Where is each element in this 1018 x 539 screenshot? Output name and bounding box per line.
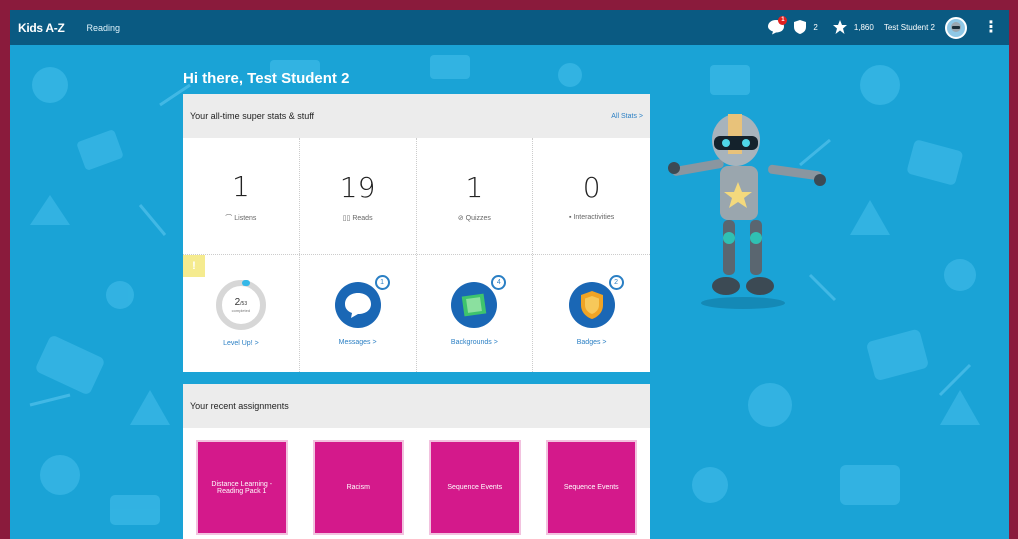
badges-cell[interactable]: 2 Badges > (533, 255, 650, 372)
stats-panel-header: Your all-time super stats & stuff All St… (183, 94, 650, 138)
shield-icon (793, 19, 807, 37)
stat-grid: 1 ⌒ Listens 19 ▯▯ Reads 1 ⊘ Quizzes 0 ▪ … (183, 138, 650, 255)
nav-link-reading[interactable]: Reading (87, 23, 121, 33)
robot-character-icon (668, 114, 826, 309)
avatar[interactable] (945, 16, 967, 39)
student-name-label[interactable]: Test Student 2 (884, 23, 935, 32)
level-progress-value: 2/53 (234, 297, 248, 308)
all-stats-link[interactable]: All Stats > (611, 113, 643, 120)
feature-grid: ! 2/53 completed Level Up! > 1 Messages … (183, 255, 650, 372)
badges-link[interactable]: Badges > (577, 339, 607, 346)
assignments-panel: Your recent assignments Distance Learnin… (183, 384, 650, 539)
stars-count: 1,860 (853, 23, 874, 32)
assignment-card[interactable]: Distance Learning - Reading Pack 1 (196, 440, 288, 535)
messages-count-badge: 1 (374, 275, 390, 290)
badges-icon-wrap: 2 (568, 275, 624, 329)
messages-button[interactable]: 1 (767, 15, 788, 37)
stat-label: ▪ Interactivities (568, 214, 615, 221)
level-up-link[interactable]: Level Up! > (223, 340, 259, 347)
stat-label: ▯▯ Reads (342, 214, 373, 222)
stats-panel-title: Your all-time super stats & stuff (190, 111, 315, 121)
brand-logo[interactable]: Kids A-Z (18, 21, 65, 35)
assignments-title: Your recent assignments (190, 401, 289, 411)
assignment-card[interactable]: Racism (312, 440, 404, 535)
level-progress-fill (241, 280, 250, 286)
stat-value: 0 (582, 171, 601, 204)
assignment-card[interactable]: Sequence Events (429, 440, 521, 535)
window-frame-top (0, 0, 1018, 10)
assignments-row: Distance Learning - Reading Pack 1 Racis… (183, 428, 650, 539)
assignments-header: Your recent assignments (183, 384, 650, 428)
messages-link[interactable]: Messages > (339, 339, 377, 346)
backgrounds-icon (451, 282, 498, 328)
message-icon (334, 282, 381, 328)
level-progress-ring: 2/53 completed (215, 280, 266, 330)
badges-count-badge: 2 (608, 275, 624, 290)
stat-value: 1 (231, 169, 250, 203)
stat-value: 19 (339, 170, 376, 204)
star-icon (832, 19, 848, 37)
top-nav-bar: Kids A-Z Reading 1 2 1,860 Test Student … (10, 10, 1009, 45)
window-frame-left (0, 0, 10, 539)
stats-panel: Your all-time super stats & stuff All St… (183, 94, 650, 372)
messages-icon-wrap: 1 (334, 275, 390, 329)
quiz-icon: ⊘ (457, 214, 466, 222)
shield-count: 2 (813, 23, 818, 32)
level-up-cell[interactable]: 2/53 completed Level Up! > (183, 255, 300, 372)
robot-avatar-character[interactable] (668, 108, 828, 313)
message-count-badge: 1 (778, 15, 788, 25)
more-menu-icon[interactable]: ⋮ (983, 19, 999, 36)
backgrounds-icon-wrap: 4 (450, 275, 507, 329)
backgrounds-count-badge: 4 (491, 275, 507, 290)
stat-interactivities[interactable]: 0 ▪ Interactivities (533, 138, 650, 254)
assignment-card[interactable]: Sequence Events (545, 440, 637, 535)
stat-listens[interactable]: 1 ⌒ Listens (183, 138, 300, 254)
stat-label: ⊘ Quizzes (457, 214, 491, 222)
level-progress-sub: completed (231, 308, 251, 313)
backgrounds-cell[interactable]: 4 Backgrounds > (417, 255, 534, 372)
window-frame-right (1009, 0, 1018, 539)
stat-quizzes[interactable]: 1 ⊘ Quizzes (417, 138, 534, 254)
headphones-icon: ⌒ (225, 214, 235, 222)
book-icon: ▯▯ (342, 214, 353, 222)
messages-cell[interactable]: 1 Messages > (300, 255, 417, 372)
topbar-status-group: 1 2 1,860 Test Student 2 ⋮ (767, 15, 999, 39)
stat-reads[interactable]: 19 ▯▯ Reads (300, 138, 417, 254)
stat-label: ⌒ Listens (225, 214, 257, 222)
stat-value: 1 (465, 170, 484, 204)
badge-icon (568, 282, 615, 328)
page-greeting: Hi there, Test Student 2 (183, 70, 350, 87)
robot-avatar-icon (951, 21, 961, 32)
backgrounds-link[interactable]: Backgrounds > (451, 339, 498, 346)
